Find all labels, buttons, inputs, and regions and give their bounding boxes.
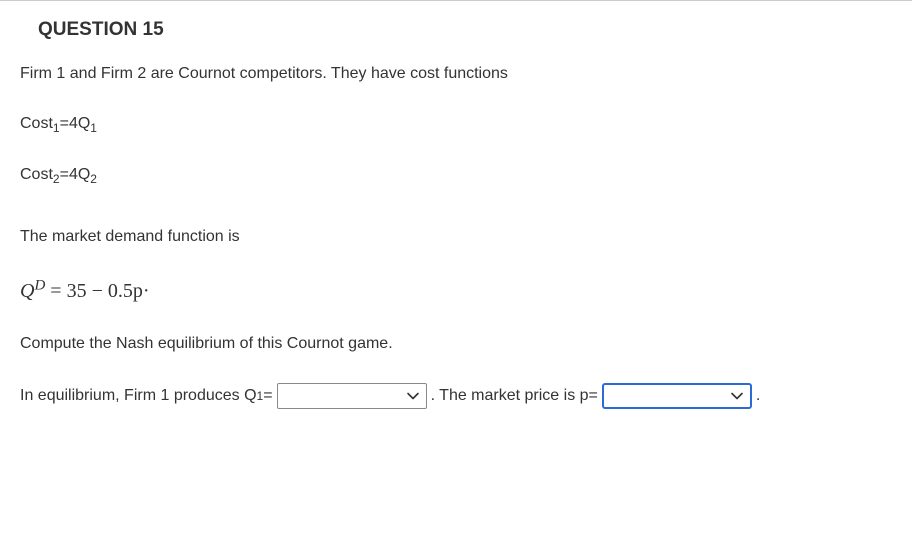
- demand-sup: D: [34, 277, 45, 293]
- question-title: QUESTION 15: [38, 19, 892, 41]
- compute-text: Compute the Nash equilibrium of this Cou…: [20, 333, 892, 355]
- q1-dropdown[interactable]: [277, 383, 427, 409]
- cost2-sub: 2: [53, 172, 60, 186]
- demand-Q: Q: [20, 280, 34, 302]
- demand-intro: The market demand function is: [20, 226, 892, 248]
- chevron-down-icon: [730, 389, 744, 403]
- answer-row: In equilibrium, Firm 1 produces Q1= . Th…: [20, 383, 892, 409]
- demand-equation: QD = 35 − 0.5p·: [20, 277, 892, 305]
- cost2-equation: Cost2=4Q2: [20, 164, 892, 186]
- cost1-rhs-sub: 1: [90, 122, 97, 136]
- cost1-equation: Cost1=4Q1: [20, 113, 892, 135]
- intro-text: Firm 1 and Firm 2 are Cournot competitor…: [20, 63, 892, 85]
- cost2-label: Cost: [20, 166, 53, 183]
- ans-trailing-dot: .: [756, 385, 760, 407]
- demand-dot: ·: [143, 280, 150, 302]
- price-dropdown[interactable]: [602, 383, 752, 409]
- cost1-sub: 1: [53, 122, 60, 136]
- ans-part1-eq: =: [263, 385, 272, 407]
- cost2-rhs: =4Q: [60, 166, 91, 183]
- ans-part2-prefix: . The market price is p=: [431, 385, 598, 407]
- chevron-down-icon: [406, 389, 420, 403]
- cost1-label: Cost: [20, 115, 53, 132]
- demand-rhs: = 35 − 0.5p: [45, 280, 143, 302]
- cost1-rhs: =4Q: [60, 115, 91, 132]
- ans-part1: In equilibrium, Firm 1 produces Q: [20, 385, 257, 407]
- cost2-rhs-sub: 2: [90, 172, 97, 186]
